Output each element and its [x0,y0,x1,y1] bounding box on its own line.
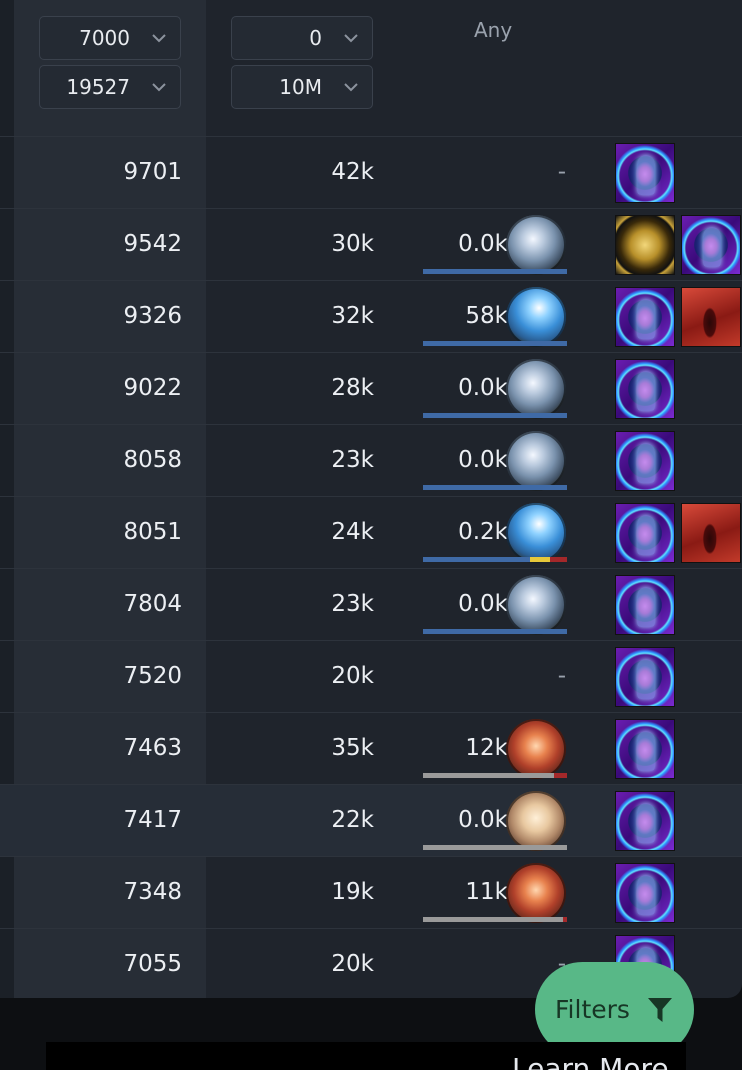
red-skill-icon[interactable] [681,503,741,563]
skill-gem-icon[interactable] [506,287,566,347]
row-value-col1: 8058 [123,447,182,473]
learn-more-link[interactable]: Learn More [512,1052,669,1070]
table-row[interactable]: 7463 35k 12k [0,712,742,784]
table-row[interactable]: 9022 28k 0.0k [0,352,742,424]
row-value-col2: 35k [331,735,374,761]
aura-icon[interactable] [615,143,675,203]
chevron-down-icon [344,34,358,43]
col1-max-select[interactable]: 19527 [39,65,181,109]
row-value-col2: 23k [331,447,374,473]
aura-icon[interactable] [615,287,675,347]
skill-gem-icon[interactable] [506,791,566,851]
col2-min-value: 0 [309,26,322,50]
row-value-col2: 22k [331,807,374,833]
row-value-col2: 23k [331,591,374,617]
red-skill-icon[interactable] [681,287,741,347]
row-value-col1: 9542 [123,231,182,257]
table-row[interactable]: 7520 20k - [0,640,742,712]
skill-gem-icon[interactable] [506,575,566,635]
row-value-col2: 20k [331,663,374,689]
skill-gem-icon[interactable] [506,863,566,923]
table-row[interactable]: 7348 19k 11k [0,856,742,928]
row-value-col2: 20k [331,951,374,977]
table-row[interactable]: 9326 32k 58k [0,280,742,352]
usage-bar-segment [554,773,567,778]
row-value-col1: 7520 [123,663,182,689]
row-value-col1: 7348 [123,879,182,905]
skill-gem-icon[interactable] [506,359,566,419]
row-value-col2: 30k [331,231,374,257]
usage-bar-segment [562,917,567,922]
usage-bar [423,269,567,274]
row-value-col2: 28k [331,375,374,401]
col2-max-select[interactable]: 10M [231,65,373,109]
table-row[interactable]: 8058 23k 0.0k [0,424,742,496]
funnel-icon [648,998,672,1022]
chevron-down-icon [152,34,166,43]
usage-bar-segment [423,557,530,562]
usage-bar-segment [423,413,567,418]
col2-max-value: 10M [279,75,322,99]
chevron-down-icon [152,83,166,92]
aura-icon[interactable] [615,863,675,923]
row-value-col1: 8051 [123,519,182,545]
row-value-col2: 24k [331,519,374,545]
row-value-col1: 7417 [123,807,182,833]
aura-icon[interactable] [615,791,675,851]
usage-bar-segment [423,341,567,346]
table-row[interactable]: 7417 22k 0.0k [0,784,742,856]
skill-gem-icon[interactable] [506,431,566,491]
col2-min-select[interactable]: 0 [231,16,373,60]
table-row[interactable]: 7804 23k 0.0k [0,568,742,640]
usage-bar-segment [423,485,567,490]
usage-bar-segment [423,917,563,922]
row-value-col1: 9022 [123,375,182,401]
usage-bar-segment [549,557,567,562]
table-row[interactable]: 9542 30k 0.0k [0,208,742,280]
usage-bar [423,341,567,346]
row-value-col1: 7804 [123,591,182,617]
usage-bar-segment [423,629,567,634]
chevron-down-icon [344,83,358,92]
col3-filter-any[interactable]: Any [474,18,512,42]
usage-bar [423,629,567,634]
usage-bar-segment [529,557,550,562]
col1-min-value: 7000 [79,26,130,50]
table-row[interactable]: 9701 42k - [0,136,742,208]
row-value-col1: 9701 [123,159,182,185]
row-value-col3: - [557,159,566,185]
row-value-col1: 7055 [123,951,182,977]
skill-gem-icon[interactable] [506,215,566,275]
usage-bar [423,917,567,922]
row-value-col3: - [557,663,566,689]
aura-icon[interactable] [681,215,741,275]
col1-min-select[interactable]: 7000 [39,16,181,60]
row-value-col1: 7463 [123,735,182,761]
fist-icon[interactable] [615,215,675,275]
aura-icon[interactable] [615,575,675,635]
usage-bar [423,773,567,778]
row-value-col1: 9326 [123,303,182,329]
aura-icon[interactable] [615,431,675,491]
footer-banner: Learn More [46,1042,686,1070]
usage-bar [423,845,567,850]
skill-gem-icon[interactable] [506,503,566,563]
row-value-col2: 32k [331,303,374,329]
usage-bar-segment [423,845,567,850]
row-value-col2: 19k [331,879,374,905]
col1-max-value: 19527 [66,75,130,99]
usage-bar [423,413,567,418]
aura-icon[interactable] [615,503,675,563]
usage-bar-segment [423,773,555,778]
row-value-col2: 42k [331,159,374,185]
usage-bar-segment [423,269,567,274]
skill-gem-icon[interactable] [506,719,566,779]
usage-bar [423,557,567,562]
table-row[interactable]: 8051 24k 0.2k [0,496,742,568]
usage-bar [423,485,567,490]
aura-icon[interactable] [615,359,675,419]
aura-icon[interactable] [615,719,675,779]
aura-icon[interactable] [615,647,675,707]
results-table: 7000 19527 0 10M Any 9701 42k -9542 30k 0.0k… [0,0,742,998]
